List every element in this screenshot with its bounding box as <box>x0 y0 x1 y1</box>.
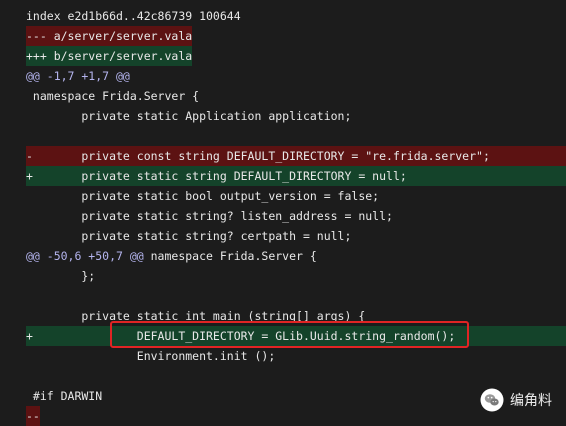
diff-new-file-header: +++ b/server/server.vala <box>26 46 193 66</box>
hunk-range: @@ -50,6 +50,7 @@ <box>26 249 144 263</box>
diff-context-line: private static Application application; <box>26 109 352 123</box>
diff-deleted-line: - private const string DEFAULT_DIRECTORY… <box>26 146 566 166</box>
diff-line-code: private static string DEFAULT_DIRECTORY … <box>26 169 407 183</box>
hunk-range: @@ -1,7 +1,7 @@ <box>26 69 130 83</box>
diff-context-line: namespace Frida.Server { <box>26 89 200 103</box>
diff-context-line: }; <box>26 269 96 283</box>
diff-hunk-header: @@ -50,6 +50,7 @@ namespace Frida.Server… <box>26 246 317 266</box>
watermark: 编角料 <box>480 388 566 412</box>
diff-added-line: + private static string DEFAULT_DIRECTOR… <box>26 166 566 186</box>
diff-old-file-header: --- a/server/server.vala <box>26 26 193 46</box>
wechat-icon <box>480 388 504 412</box>
diff-index-line: index e2d1b66d..42c86739 100644 <box>26 9 241 23</box>
diff-context-line: Environment.init (); <box>26 349 276 363</box>
watermark-label: 编角料 <box>510 393 552 409</box>
diff-context-line: private static string? listen_address = … <box>26 209 393 223</box>
diff-line-code: private const string DEFAULT_DIRECTORY =… <box>26 149 490 163</box>
highlight-annotation-box <box>110 321 469 348</box>
diff-context-line: private static bool output_version = fal… <box>26 189 380 203</box>
diff-context-line: private static string? certpath = null; <box>26 229 352 243</box>
diff-context-line: #if DARWIN <box>26 389 103 403</box>
diff-hunk-header: @@ -1,7 +1,7 @@ <box>26 66 130 86</box>
hunk-context: namespace Frida.Server { <box>143 249 317 263</box>
diff-deleted-line: -- <box>26 406 40 426</box>
